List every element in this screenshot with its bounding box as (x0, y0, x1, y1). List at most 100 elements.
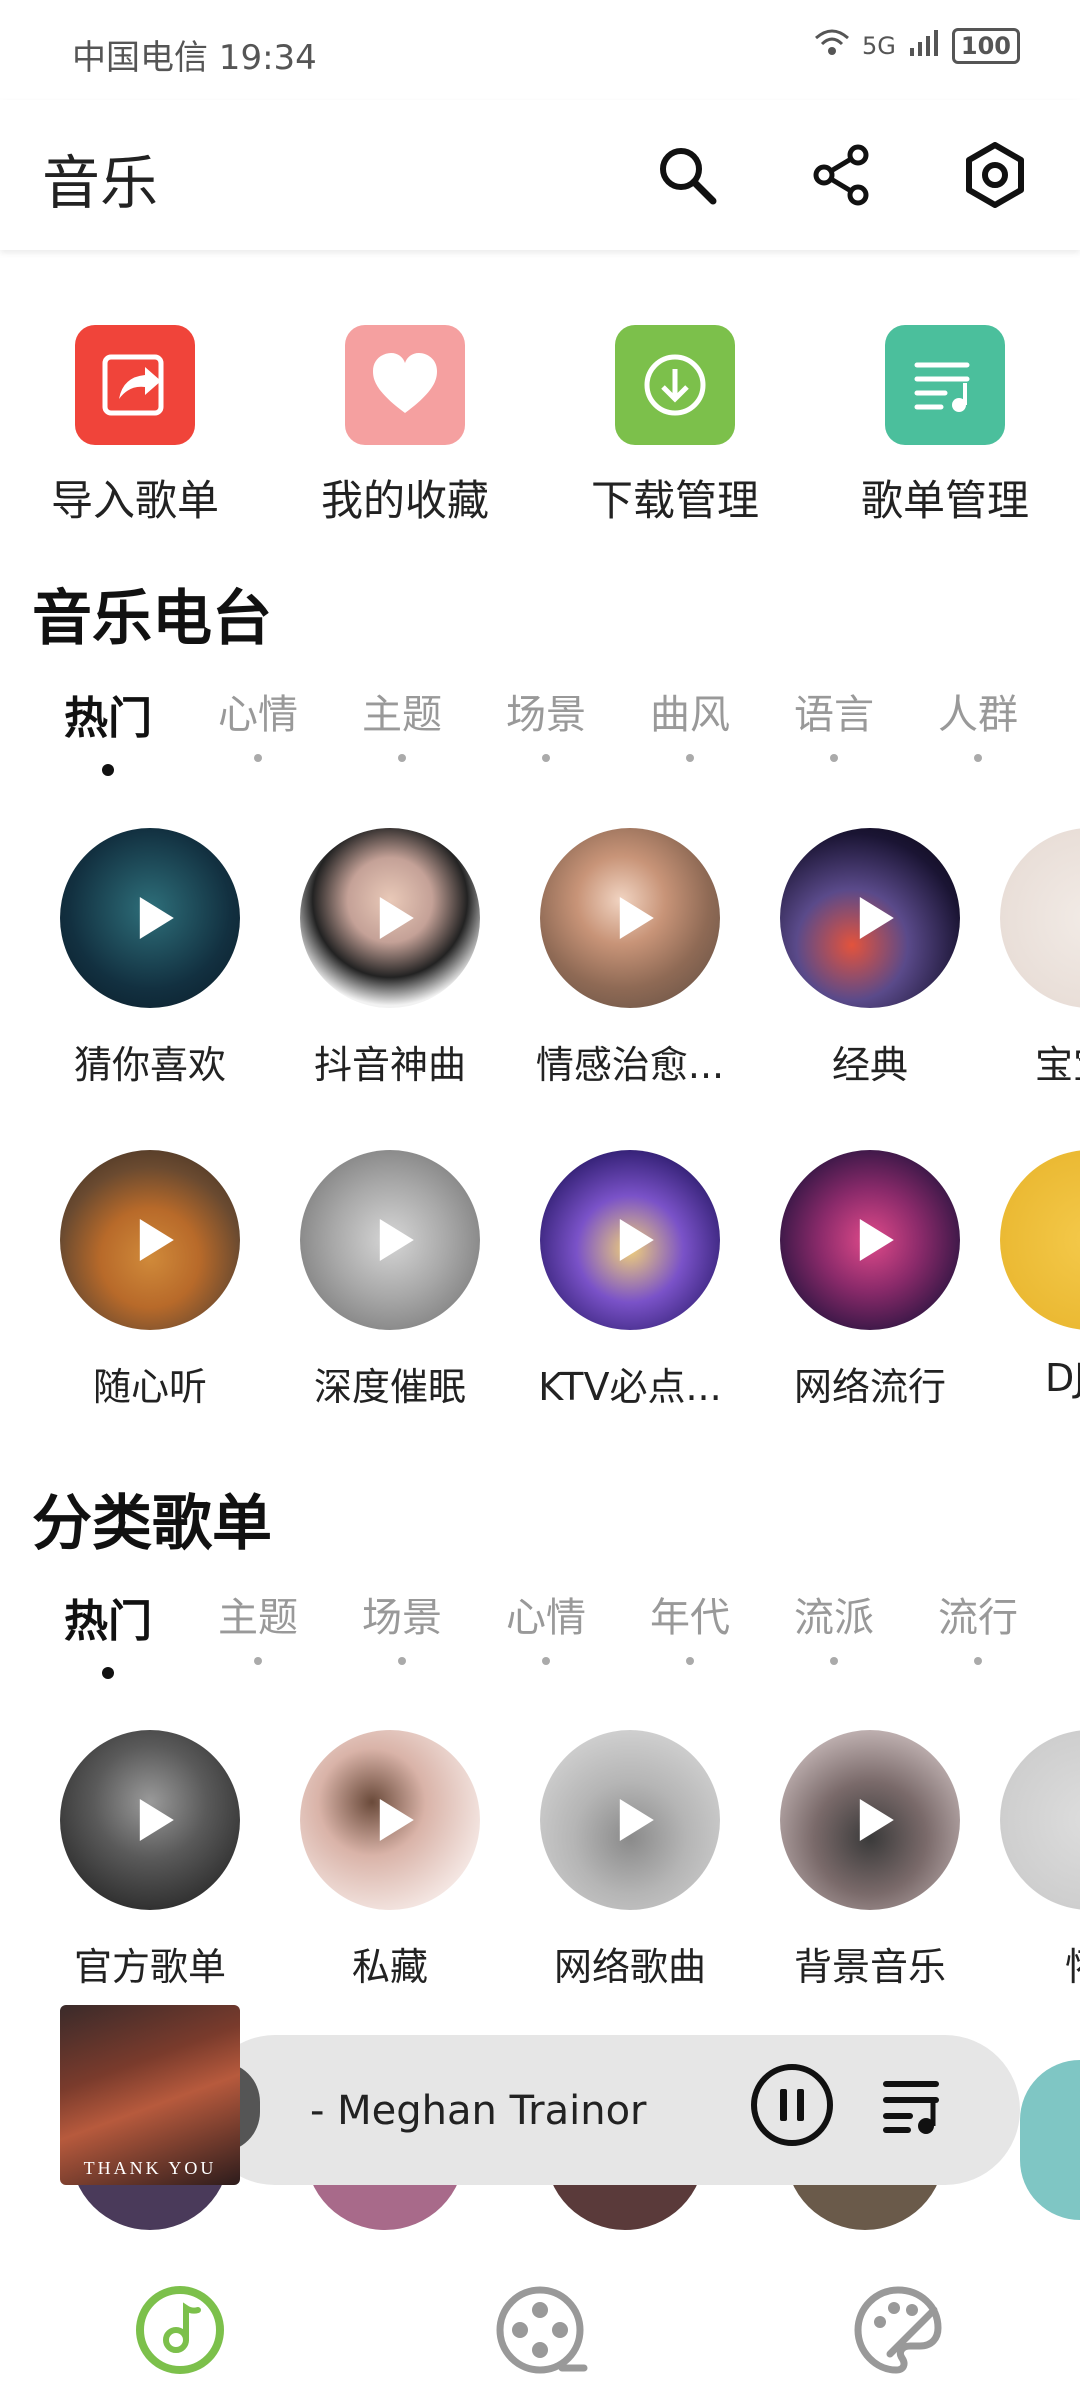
tab-label: 主题 (218, 1595, 298, 1641)
playlist-item[interactable]: 网络歌曲 (520, 1730, 740, 1991)
play-icon (139, 1219, 174, 1261)
tab-radio-genre[interactable]: 曲风 (630, 682, 750, 762)
tab-indicator (102, 1667, 114, 1679)
item-label: 深度催眠 (313, 1365, 466, 1409)
playlist-item[interactable]: 背景音乐 (760, 1730, 980, 1991)
track-title: - Meghan Trainor (310, 2088, 647, 2134)
tab-indicator (542, 1657, 550, 1665)
tab-playlist-scene[interactable]: 场景 (342, 1585, 462, 1665)
radio-item[interactable]: 宝宝 (1000, 828, 1080, 1089)
share-icon[interactable] (797, 130, 887, 220)
tab-indicator (398, 1657, 406, 1665)
play-icon (859, 1799, 894, 1841)
tab-label: 人群 (938, 692, 1018, 738)
radio-tabs: 热门 心情 主题 场景 曲风 语言 人群 (0, 682, 1080, 776)
download-icon (615, 325, 735, 445)
playlist-section-title: 分类歌单 (32, 1489, 272, 1559)
video-icon[interactable] (490, 2280, 590, 2380)
item-label: 网络歌曲 (553, 1945, 706, 1989)
cover-image (300, 828, 480, 1008)
page-title: 音乐 (42, 149, 159, 217)
playlist-icon (885, 325, 1005, 445)
tab-playlist-theme[interactable]: 主题 (198, 1585, 318, 1665)
item-label: KTV必点... (538, 1365, 722, 1409)
play-icon (859, 897, 894, 939)
play-icon (139, 1799, 174, 1841)
tab-label: 流派 (794, 1595, 874, 1641)
app-bar: 音乐 (0, 100, 1080, 250)
cover-image (60, 1150, 240, 1330)
search-icon[interactable] (642, 130, 732, 220)
pause-button[interactable] (747, 2060, 837, 2150)
tab-playlist-pop[interactable]: 流行 (918, 1585, 1038, 1665)
play-icon (619, 1799, 654, 1841)
cover-image (1000, 1150, 1080, 1330)
playlist-manager-entry[interactable]: 歌单管理 (855, 325, 1035, 528)
music-icon[interactable] (130, 2280, 230, 2380)
item-label: DJ (1045, 1356, 1080, 1400)
cover-image (60, 828, 240, 1008)
playlist-item[interactable]: 私藏 (280, 1730, 500, 1991)
play-icon (379, 897, 414, 939)
item-label: 宝宝 (1035, 1043, 1080, 1087)
radio-item[interactable]: 猜你喜欢 (40, 828, 260, 1089)
tab-radio-theme[interactable]: 主题 (342, 682, 462, 762)
cover-image (540, 1730, 720, 1910)
pause-icon (751, 2064, 833, 2146)
quick-label: 我的收藏 (320, 476, 489, 525)
radio-item[interactable]: 情感治愈... (520, 828, 740, 1089)
cover-image (1000, 1730, 1080, 1910)
heart-icon (345, 325, 465, 445)
status-bar: 中国电信 19:34 5G 100 (0, 0, 1080, 100)
cover-image-partial (1020, 2060, 1080, 2220)
item-label: 情感治愈... (535, 1043, 725, 1087)
tab-label: 年代 (650, 1595, 730, 1641)
radio-item[interactable]: 随心听 (40, 1150, 260, 1411)
playlist-item[interactable]: 官方歌单 (40, 1730, 260, 1991)
settings-icon[interactable] (950, 130, 1040, 220)
theme-icon[interactable] (848, 2280, 948, 2380)
system-icons: 5G 100 (814, 28, 1020, 64)
playlist-queue-button[interactable] (870, 2060, 960, 2150)
item-label: 怀 (1000, 1936, 1080, 1991)
radio-item[interactable]: 经典 (760, 828, 980, 1089)
album-cover[interactable]: THANK YOU (60, 2005, 240, 2185)
item-label: 官方歌单 (73, 1945, 226, 1989)
cover-image (300, 1150, 480, 1330)
tab-label: 流行 (938, 1595, 1018, 1641)
tab-radio-hot[interactable]: 热门 (48, 682, 168, 776)
playlist-item[interactable]: 怀 (1000, 1730, 1080, 1991)
tab-radio-mood[interactable]: 心情 (198, 682, 318, 762)
import-playlist-entry[interactable]: 导入歌单 (45, 325, 225, 528)
cover-image (780, 828, 960, 1008)
download-manager-entry[interactable]: 下载管理 (585, 325, 765, 528)
cover-image (60, 1730, 240, 1910)
tab-playlist-genre[interactable]: 流派 (774, 1585, 894, 1665)
import-icon (75, 325, 195, 445)
radio-item[interactable]: DJ (1000, 1150, 1080, 1400)
radio-item[interactable]: 网络流行 (760, 1150, 980, 1411)
radio-item[interactable]: 抖音神曲 (280, 828, 500, 1089)
tab-label: 语言 (794, 692, 874, 738)
cover-image (780, 1730, 960, 1910)
radio-item[interactable]: KTV必点... (520, 1150, 740, 1411)
tab-playlist-era[interactable]: 年代 (630, 1585, 750, 1665)
item-label: 随心听 (92, 1365, 207, 1409)
tab-radio-crowd[interactable]: 人群 (918, 682, 1038, 762)
cover-image (780, 1150, 960, 1330)
item-label: 抖音神曲 (313, 1043, 466, 1087)
tab-indicator (102, 764, 114, 776)
item-label: 背景音乐 (793, 1945, 946, 1989)
tab-indicator (830, 754, 838, 762)
tab-radio-language[interactable]: 语言 (774, 682, 894, 762)
radio-item[interactable]: 深度催眠 (280, 1150, 500, 1411)
tab-playlist-mood[interactable]: 心情 (486, 1585, 606, 1665)
tab-playlist-hot[interactable]: 热门 (48, 1585, 168, 1679)
cover-image (1000, 828, 1080, 1008)
tab-radio-scene[interactable]: 场景 (486, 682, 606, 762)
favorites-entry[interactable]: 我的收藏 (315, 325, 495, 528)
tab-label: 心情 (506, 1595, 586, 1641)
cover-image (300, 1730, 480, 1910)
tab-label: 热门 (64, 1596, 152, 1647)
play-icon (619, 897, 654, 939)
